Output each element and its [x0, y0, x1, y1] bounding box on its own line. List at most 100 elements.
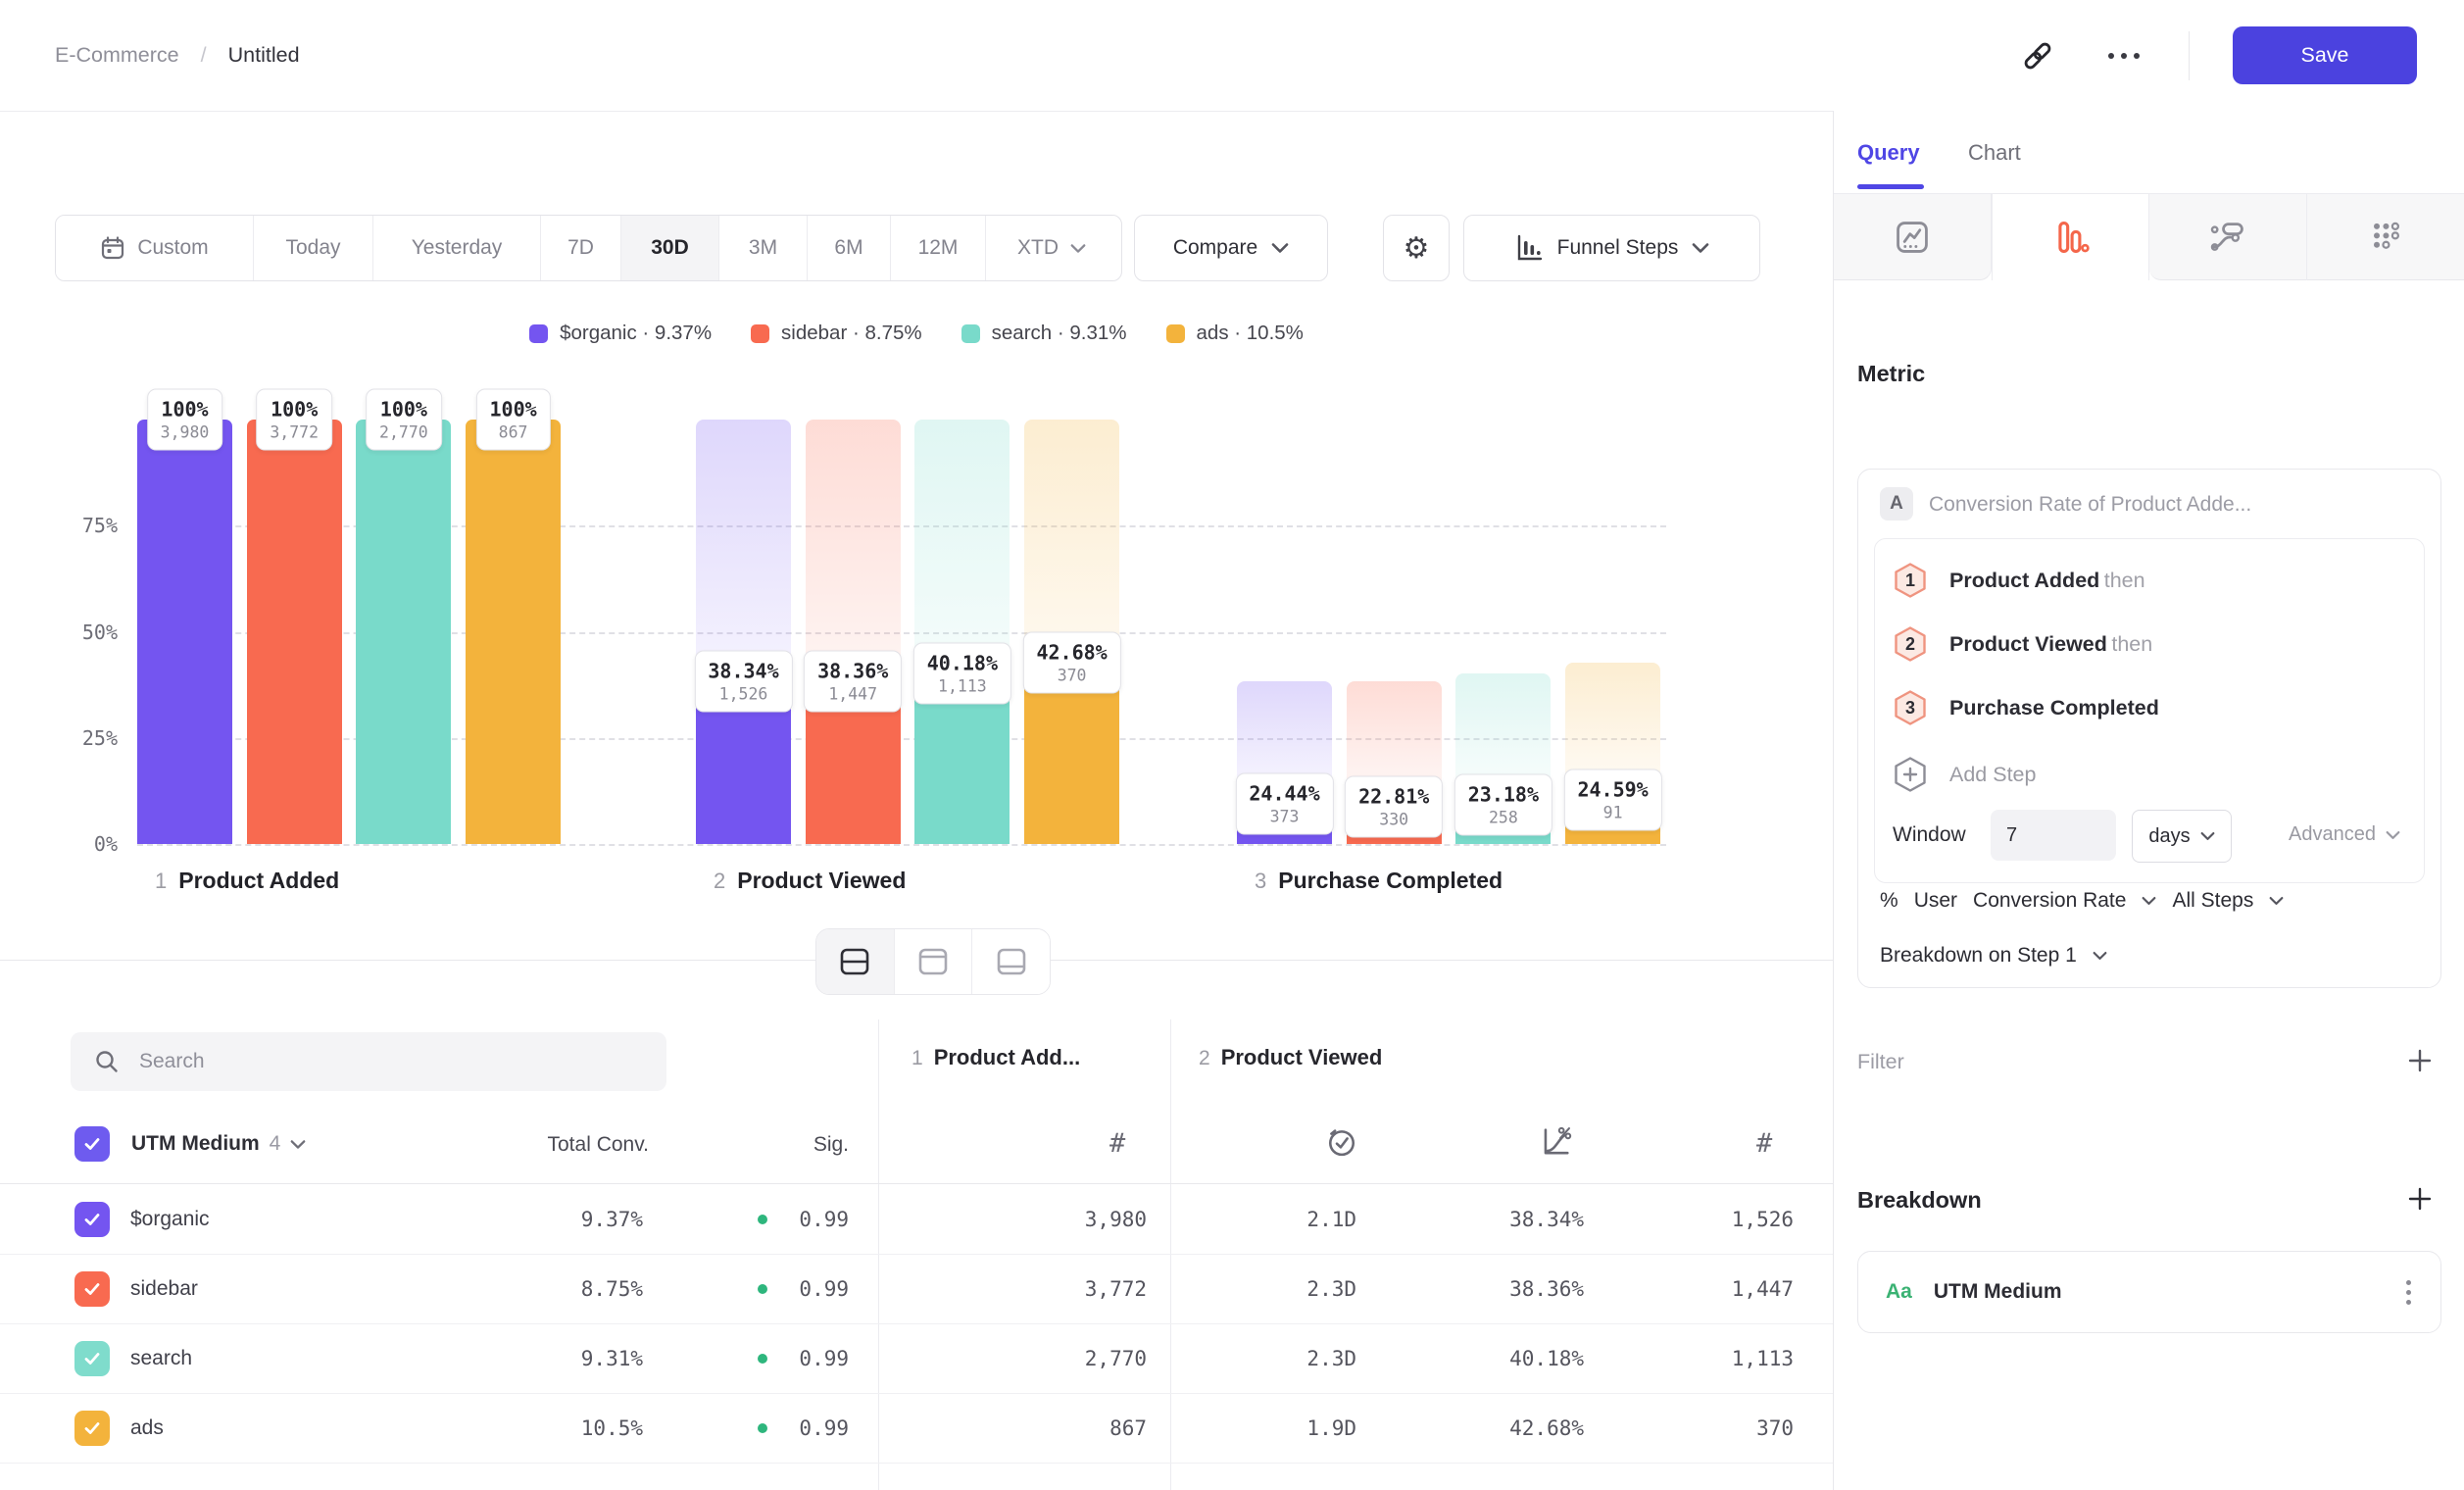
layout-chart-toggle[interactable] [894, 929, 972, 994]
add-step-button[interactable]: Add Step [1893, 755, 2036, 794]
table-row-sidebar[interactable]: sidebar8.75%0.993,7722.3D38.36%1,447 [0, 1254, 1833, 1324]
table-row-ads[interactable]: ads10.5%0.998671.9D42.68%370 [0, 1393, 1833, 1464]
range-3m[interactable]: 3M [718, 216, 807, 280]
measure-scope-dropdown[interactable]: All Steps [2172, 889, 2253, 913]
cell-avg-time: 1.9D [1190, 1416, 1356, 1440]
tab-chart[interactable]: Chart [1968, 140, 2021, 166]
metric-title[interactable]: Conversion Rate of Product Adde... [1929, 493, 2251, 517]
page-title[interactable]: Untitled [228, 43, 300, 68]
chart-settings-button[interactable]: ⚙ [1383, 215, 1450, 281]
layout-table-toggle[interactable] [971, 929, 1050, 994]
count-icon[interactable]: # [1109, 1128, 1125, 1159]
tab-query[interactable]: Query [1857, 140, 1920, 166]
table-row-search[interactable]: search9.31%0.992,7702.3D40.18%1,113 [0, 1323, 1833, 1394]
cell-total-conv: 10.5% [470, 1416, 643, 1440]
measure-type-dropdown[interactable]: Conversion Rate [1973, 889, 2126, 913]
chart-type-strip [1834, 194, 2464, 280]
range-30d[interactable]: 30D [620, 216, 718, 280]
kebab-menu-icon[interactable] [2406, 1280, 2411, 1305]
bar-sidebar-step2[interactable]: 38.36%1,447 [806, 420, 901, 844]
window-unit-label: days [2148, 825, 2190, 848]
bar-sidebar-step1[interactable]: 100%3,772 [247, 420, 342, 844]
row-label: ads [130, 1416, 164, 1440]
bar-group-step-3: 24.44%37322.81%33023.18%25824.59%91 [1237, 420, 1660, 844]
add-breakdown-button[interactable] [2406, 1185, 2434, 1217]
add-step-label: Add Step [1949, 763, 2036, 787]
row-checkbox[interactable] [74, 1341, 110, 1376]
share-link-button[interactable] [2016, 34, 2059, 77]
app-root: E-Commerce / Untitled Save CustomTodayYe… [0, 0, 2464, 1490]
range-custom[interactable]: Custom [56, 216, 253, 280]
range-12m[interactable]: 12M [890, 216, 985, 280]
breakdown-on-label: Breakdown on Step 1 [1880, 944, 2077, 968]
chart-type-funnels[interactable] [1992, 194, 2149, 280]
chart-type-button[interactable]: Funnel Steps [1463, 215, 1760, 281]
y-axis-tick: 0% [94, 832, 118, 856]
window-unit-select[interactable]: days [2132, 810, 2232, 863]
bar-search-step3[interactable]: 23.18%258 [1455, 420, 1551, 844]
bar-search-step1[interactable]: 100%2,770 [356, 420, 451, 844]
row-checkbox[interactable] [74, 1202, 110, 1237]
layout-split-toggle[interactable] [816, 929, 894, 994]
range-today[interactable]: Today [253, 216, 372, 280]
check-icon [82, 1279, 102, 1299]
metric-step-2[interactable]: 2Product Viewed then [1893, 624, 2152, 664]
cell-avg-time: 2.3D [1190, 1347, 1356, 1370]
bar-group-step-2: 38.34%1,52638.36%1,44740.18%1,11342.68%3… [696, 420, 1119, 844]
table-group-header[interactable]: UTM Medium 4 [74, 1126, 306, 1162]
breakdown-on-row[interactable]: Breakdown on Step 1 [1880, 944, 2107, 968]
table-row-organic[interactable]: $organic9.37%0.993,9802.1D38.34%1,526 [0, 1184, 1833, 1255]
save-button[interactable]: Save [2233, 26, 2417, 84]
cell-sig: 0.99 [774, 1277, 849, 1301]
select-all-checkbox[interactable] [74, 1126, 110, 1162]
range-xtd[interactable]: XTD [985, 216, 1117, 280]
y-axis-tick: 25% [82, 726, 118, 750]
bar-ads-step3[interactable]: 24.59%91 [1565, 420, 1660, 844]
breadcrumb-parent[interactable]: E-Commerce [55, 43, 179, 68]
legend-item-sidebar[interactable]: sidebar · 8.75% [751, 322, 922, 345]
more-menu-button[interactable] [2102, 34, 2145, 77]
y-axis-tick: 50% [82, 621, 118, 644]
breakdown-item-card[interactable]: Aa UTM Medium [1857, 1251, 2441, 1333]
metric-step-1[interactable]: 1Product Added then [1893, 561, 2145, 600]
query-sidebar: Query Chart Metric A Conversion Rate of … [1833, 111, 2464, 1490]
window-value-input[interactable] [1991, 810, 2116, 861]
avg-time-icon[interactable] [1323, 1123, 1360, 1166]
chart-type-insights[interactable] [1834, 194, 1992, 280]
step-title-3: 3Purchase Completed [1255, 868, 1503, 894]
bar-value-label: 100%3,772 [256, 389, 332, 451]
search-input[interactable] [137, 1049, 612, 1074]
legend-item-ads[interactable]: ads · 10.5% [1166, 322, 1304, 345]
row-checkbox[interactable] [74, 1271, 110, 1307]
metric-step-3[interactable]: 3Purchase Completed [1893, 688, 2159, 727]
count-icon[interactable]: # [1756, 1128, 1772, 1159]
chart-type-retention[interactable] [2307, 194, 2464, 280]
sig-col-header[interactable]: Sig. [686, 1133, 849, 1157]
search-icon [94, 1049, 120, 1074]
significance-dot [758, 1215, 767, 1224]
measure-user[interactable]: User [1914, 889, 1957, 913]
chart-type-flows[interactable] [2149, 194, 2307, 280]
y-axis-tick: 75% [82, 514, 118, 537]
bar-ads-step1[interactable]: 100%867 [466, 420, 561, 844]
range-yesterday[interactable]: Yesterday [372, 216, 540, 280]
advanced-toggle[interactable]: Advanced [2289, 823, 2400, 846]
total-conv-col-header[interactable]: Total Conv. [470, 1133, 649, 1157]
range-7d[interactable]: 7D [540, 216, 620, 280]
cell-conv-pct: 42.68% [1417, 1416, 1584, 1440]
bar-search-step2[interactable]: 40.18%1,113 [914, 420, 1010, 844]
compare-button[interactable]: Compare [1134, 215, 1328, 281]
bar-value-label: 24.44%373 [1235, 773, 1333, 835]
add-filter-button[interactable] [2406, 1047, 2434, 1079]
legend-item-search[interactable]: search · 9.31% [961, 322, 1127, 345]
bar-ads-step2[interactable]: 42.68%370 [1024, 420, 1119, 844]
bar-organic-step2[interactable]: 38.34%1,526 [696, 420, 791, 844]
bar-sidebar-step3[interactable]: 22.81%330 [1347, 420, 1442, 844]
bar-organic-step3[interactable]: 24.44%373 [1237, 420, 1332, 844]
row-checkbox[interactable] [74, 1411, 110, 1446]
conversion-rate-icon[interactable] [1537, 1123, 1574, 1166]
legend-item-organic[interactable]: $organic · 9.37% [529, 322, 712, 345]
link-icon [2021, 39, 2054, 73]
bar-organic-step1[interactable]: 100%3,980 [137, 420, 232, 844]
range-6m[interactable]: 6M [807, 216, 890, 280]
